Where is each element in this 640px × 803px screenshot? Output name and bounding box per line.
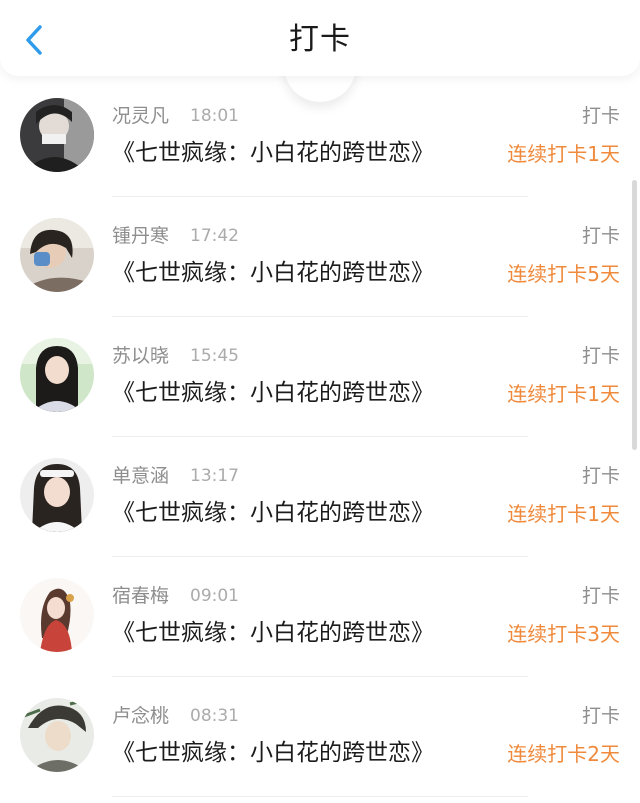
list-item[interactable]: 苏以晓 15:45 《七世疯缘：小白花的跨世恋》 打卡 连续打卡1天: [0, 318, 640, 438]
streak-label: 连续打卡1天: [507, 502, 620, 526]
checkin-action[interactable]: 打卡: [582, 344, 620, 368]
streak-label: 连续打卡1天: [507, 142, 620, 166]
checkin-action[interactable]: 打卡: [582, 704, 620, 728]
page-title: 打卡: [289, 22, 351, 57]
user-name: 单意涵: [112, 465, 170, 487]
avatar[interactable]: [20, 218, 94, 292]
avatar[interactable]: [20, 698, 94, 772]
book-title: 《七世疯缘：小白花的跨世恋》: [112, 740, 434, 766]
divider: [112, 676, 528, 677]
checkin-action[interactable]: 打卡: [582, 584, 620, 608]
checkin-time: 15:45: [190, 346, 239, 366]
user-name: 况灵凡: [112, 105, 170, 127]
book-title: 《七世疯缘：小白花的跨世恋》: [112, 140, 434, 166]
list-item[interactable]: 单意涵 13:17 《七世疯缘：小白花的跨世恋》 打卡 连续打卡1天: [0, 438, 640, 558]
book-title: 《七世疯缘：小白花的跨世恋》: [112, 620, 434, 646]
user-name: 锺丹寒: [112, 225, 170, 247]
header-bar: 打卡: [0, 0, 640, 76]
book-title: 《七世疯缘：小白花的跨世恋》: [112, 260, 434, 286]
avatar[interactable]: [20, 578, 94, 652]
divider: [112, 796, 528, 797]
checkin-action[interactable]: 打卡: [582, 464, 620, 488]
checkin-action[interactable]: 打卡: [582, 224, 620, 248]
divider: [112, 436, 528, 437]
checkin-action[interactable]: 打卡: [582, 104, 620, 128]
checkin-time: 08:31: [190, 706, 239, 726]
checkin-time: 18:01: [190, 106, 239, 126]
divider: [112, 556, 528, 557]
streak-label: 连续打卡5天: [507, 262, 620, 286]
user-name: 宿春梅: [112, 585, 170, 607]
streak-label: 连续打卡3天: [507, 622, 620, 646]
checkin-time: 17:42: [190, 226, 239, 246]
checkin-list: 况灵凡 18:01 《七世疯缘：小白花的跨世恋》 打卡 连续打卡1天 锺丹寒 1…: [0, 78, 640, 798]
scrollbar[interactable]: [632, 180, 637, 450]
checkin-time: 09:01: [190, 586, 239, 606]
list-item[interactable]: 锺丹寒 17:42 《七世疯缘：小白花的跨世恋》 打卡 连续打卡5天: [0, 198, 640, 318]
book-title: 《七世疯缘：小白花的跨世恋》: [112, 380, 434, 406]
avatar[interactable]: [20, 98, 94, 172]
user-name: 苏以晓: [112, 345, 170, 367]
list-item[interactable]: 宿春梅 09:01 《七世疯缘：小白花的跨世恋》 打卡 连续打卡3天: [0, 558, 640, 678]
streak-label: 连续打卡1天: [507, 382, 620, 406]
avatar[interactable]: [20, 458, 94, 532]
streak-label: 连续打卡2天: [507, 742, 620, 766]
book-title: 《七世疯缘：小白花的跨世恋》: [112, 500, 434, 526]
avatar[interactable]: [20, 338, 94, 412]
list-item[interactable]: 卢念桃 08:31 《七世疯缘：小白花的跨世恋》 打卡 连续打卡2天: [0, 678, 640, 798]
checkin-time: 13:17: [190, 466, 239, 486]
user-name: 卢念桃: [112, 705, 170, 727]
divider: [112, 196, 528, 197]
divider: [112, 316, 528, 317]
